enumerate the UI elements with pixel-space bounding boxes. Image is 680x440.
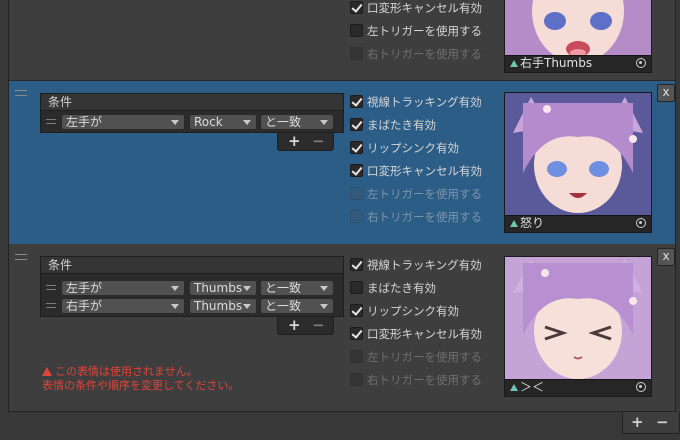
hand-dropdown[interactable]: 左手が xyxy=(61,114,185,130)
unused-expression-warning: この表情は使用されません。 表情の条件や順序を変更してください。 xyxy=(42,365,240,392)
chevron-down-icon xyxy=(171,304,179,309)
animation-clip-icon xyxy=(510,220,518,227)
checkbox-box[interactable] xyxy=(350,327,363,340)
remove-entry-list-button[interactable]: − xyxy=(656,413,669,431)
conditions-header: 条件 xyxy=(41,257,343,274)
hand-dropdown[interactable]: 右手が xyxy=(61,298,185,314)
gesture-dropdown[interactable]: Thumbs xyxy=(189,298,257,314)
add-condition-button[interactable]: + xyxy=(288,133,301,149)
preview-name-bar: ＞＜ xyxy=(505,379,651,396)
checkbox-box xyxy=(350,210,363,223)
checkbox-box[interactable] xyxy=(350,95,363,108)
chevron-down-icon xyxy=(243,120,251,125)
object-picker-icon[interactable] xyxy=(636,218,646,228)
list-add-remove: + − xyxy=(622,412,680,434)
checkbox-box xyxy=(350,187,363,200)
operator-dropdown[interactable]: と一致 xyxy=(260,114,334,130)
checkbox-box[interactable] xyxy=(350,1,363,14)
checkbox-box[interactable] xyxy=(350,141,363,154)
gesture-dropdown[interactable]: Thumbs xyxy=(189,280,257,296)
remove-entry-button[interactable]: x xyxy=(657,248,675,266)
chevron-down-icon xyxy=(171,286,179,291)
operator-dropdown[interactable]: と一致 xyxy=(260,298,334,314)
animation-clip-icon xyxy=(510,384,518,391)
chevron-down-icon xyxy=(320,304,328,309)
condition-drag-handle[interactable] xyxy=(46,119,56,124)
checkbox-box[interactable] xyxy=(350,118,363,131)
add-entry-button[interactable]: + xyxy=(631,413,644,431)
hand-dropdown[interactable]: 左手が xyxy=(61,280,185,296)
checkbox-box[interactable] xyxy=(350,24,363,37)
entry-drag-handle[interactable] xyxy=(15,254,27,260)
expression-entry-selected[interactable]: 条件 左手が Rock と一致 + − 視線トラッキング有効 まばたき有効 リッ… xyxy=(9,81,675,244)
expression-entry[interactable]: 条件 左手が Thumbs と一致 右手が Thumbs と一致 + − 視線ト… xyxy=(9,246,675,410)
add-condition-button[interactable]: + xyxy=(288,317,301,333)
avatar-face-image xyxy=(505,257,651,381)
preview-name-bar: 怒り xyxy=(505,215,651,232)
expression-preview[interactable]: ＞＜ xyxy=(504,256,652,397)
remove-condition-button[interactable]: − xyxy=(312,317,325,333)
checkbox-box[interactable] xyxy=(350,281,363,294)
conditions-box: 条件 左手が Thumbs と一致 右手が Thumbs と一致 xyxy=(40,256,344,317)
remove-entry-button[interactable]: x xyxy=(657,84,675,102)
condition-row: 左手が Thumbs と一致 xyxy=(41,279,343,296)
expression-list: 口変形キャンセル有効 左トリガーを使用する 右トリガーを使用する 右手Thumb… xyxy=(0,0,680,440)
object-picker-icon[interactable] xyxy=(636,58,646,68)
animation-clip-icon xyxy=(510,60,518,67)
avatar-face-image xyxy=(505,0,651,63)
checkbox-box xyxy=(350,373,363,386)
object-picker-icon[interactable] xyxy=(636,382,646,392)
checkbox-box[interactable] xyxy=(350,164,363,177)
conditions-box: 条件 左手が Rock と一致 xyxy=(40,93,344,133)
remove-condition-button[interactable]: − xyxy=(312,133,325,149)
condition-row: 左手が Rock と一致 xyxy=(41,113,343,130)
expression-entry: 口変形キャンセル有効 左トリガーを使用する 右トリガーを使用する 右手Thumb… xyxy=(9,0,675,78)
preview-name-bar: 右手Thumbs xyxy=(505,55,651,72)
chevron-down-icon xyxy=(243,286,251,291)
condition-drag-handle[interactable] xyxy=(46,285,56,290)
condition-add-remove: + − xyxy=(277,317,334,335)
checkbox-box xyxy=(350,47,363,60)
checkbox-box[interactable] xyxy=(350,258,363,271)
avatar-face-image xyxy=(505,93,651,217)
checkbox-box xyxy=(350,350,363,363)
entry-drag-handle[interactable] xyxy=(15,90,27,96)
chevron-down-icon xyxy=(320,286,328,291)
conditions-header: 条件 xyxy=(41,94,343,111)
condition-drag-handle[interactable] xyxy=(46,303,56,308)
chevron-down-icon xyxy=(171,120,179,125)
chevron-down-icon xyxy=(320,120,328,125)
expression-preview[interactable]: 右手Thumbs xyxy=(504,0,652,73)
condition-row: 右手が Thumbs と一致 xyxy=(41,297,343,314)
operator-dropdown[interactable]: と一致 xyxy=(260,280,334,296)
gesture-dropdown[interactable]: Rock xyxy=(189,114,257,130)
chevron-down-icon xyxy=(243,304,251,309)
checkbox-box[interactable] xyxy=(350,304,363,317)
expression-preview[interactable]: 怒り xyxy=(504,92,652,233)
condition-add-remove: + − xyxy=(277,133,334,151)
warning-icon xyxy=(42,367,52,376)
